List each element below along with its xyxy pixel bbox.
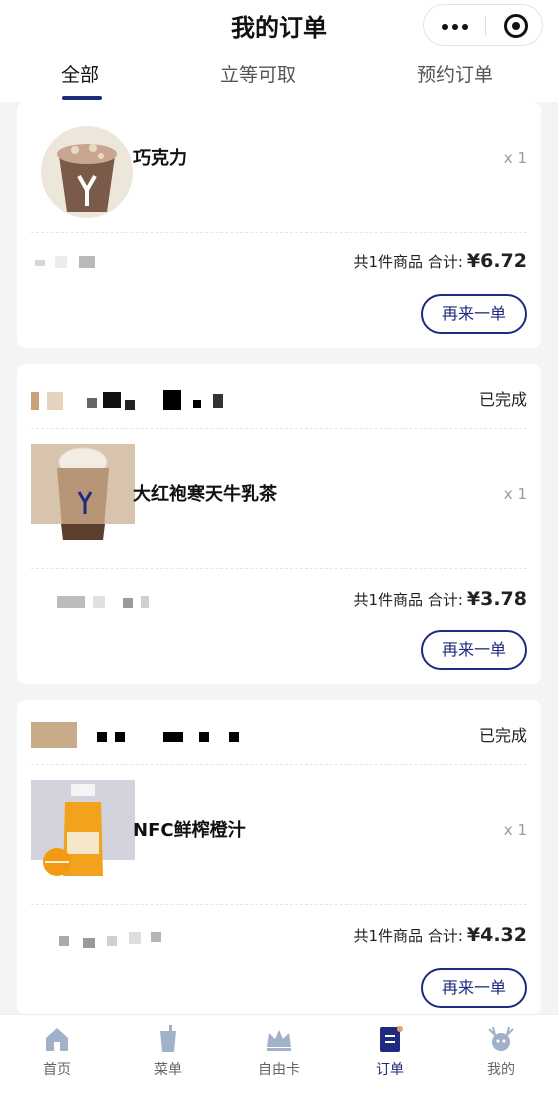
nav-free-card[interactable]: 自由卡 (239, 1025, 319, 1079)
redacted-text (115, 732, 125, 742)
order-total-amount: ¥6.72 (466, 250, 527, 272)
redacted-text (59, 936, 69, 946)
deer-icon (488, 1026, 514, 1051)
order-total-amount: ¥4.32 (466, 924, 527, 946)
redacted-text (193, 400, 201, 408)
redacted-text (141, 596, 149, 608)
order-icon (380, 1026, 403, 1052)
redacted-text (163, 390, 181, 410)
redacted-text (163, 732, 183, 742)
redacted-text (129, 932, 141, 944)
tab-reservation[interactable]: 预约订单 (417, 60, 493, 87)
product-image (41, 126, 133, 218)
order-status: 已完成 (478, 726, 527, 745)
crown-icon (267, 1030, 291, 1051)
reorder-button[interactable]: 再来一单 (421, 968, 527, 1008)
product-name: NFC鲜榨橙汁 (133, 820, 246, 841)
product-quantity: x 1 (503, 149, 527, 167)
tab-all[interactable]: 全部 (61, 60, 99, 87)
redacted-text (55, 256, 67, 268)
cup-icon (160, 1025, 176, 1052)
redacted-text (97, 732, 107, 742)
bottom-nav: 首页 菜单 自由卡 订单 我的 (0, 1014, 558, 1098)
order-status: 已完成 (478, 390, 527, 409)
redacted-text (213, 394, 223, 408)
nav-home[interactable]: 首页 (17, 1025, 97, 1079)
nav-label: 自由卡 (258, 1062, 300, 1078)
nav-label: 订单 (376, 1062, 404, 1078)
redacted-text (103, 392, 121, 408)
redacted-text (83, 938, 95, 948)
reorder-button[interactable]: 再来一单 (421, 294, 527, 334)
nav-label: 首页 (43, 1062, 71, 1078)
redacted-text (125, 400, 135, 410)
product-quantity: x 1 (503, 821, 527, 839)
tab-pickup-now[interactable]: 立等可取 (220, 60, 296, 87)
nav-label: 菜单 (154, 1062, 182, 1078)
reorder-button[interactable]: 再来一单 (421, 630, 527, 670)
order-total: 共1件商品 合计: ¥4.32 (354, 924, 527, 946)
active-tab-indicator (62, 96, 102, 100)
mini-program-capsule (423, 4, 543, 46)
redacted-text (47, 392, 63, 410)
redacted-text (123, 598, 133, 608)
redacted-text (93, 596, 105, 608)
divider (31, 904, 527, 905)
order-total: 共1件商品 合计: ¥6.72 (354, 250, 527, 272)
redacted-text (151, 932, 161, 942)
redacted-text (87, 398, 97, 408)
nav-menu[interactable]: 菜单 (128, 1025, 208, 1079)
close-circle-icon[interactable] (504, 14, 528, 38)
nav-orders[interactable]: 订单 (350, 1025, 430, 1079)
product-image (31, 780, 135, 876)
divider (31, 568, 527, 569)
redacted-text (199, 732, 209, 742)
redacted-text (107, 936, 117, 946)
redacted-text (79, 256, 95, 268)
order-total: 共1件商品 合计: ¥3.78 (354, 588, 527, 610)
order-count-text: 共1件商品 合计: (353, 927, 463, 945)
redacted-text (31, 722, 77, 748)
product-quantity: x 1 (503, 485, 527, 503)
header: 我的订单 全部 立等可取 预约订单 (0, 0, 558, 102)
nav-mine[interactable]: 我的 (461, 1025, 541, 1079)
order-card: 已完成 大红袍寒天牛乳茶 x 1 共1件商品 合计: ¥3.78 再来一单 (17, 364, 541, 684)
redacted-text (229, 732, 239, 742)
order-card: 巧克力 x 1 共1件商品 合计: ¥6.72 再来一单 (17, 102, 541, 348)
order-count-text: 共1件商品 合计: (353, 591, 463, 609)
product-image (31, 444, 135, 540)
redacted-text (35, 260, 45, 266)
redacted-text (31, 392, 39, 410)
order-count-text: 共1件商品 合计: (353, 253, 463, 271)
nav-label: 我的 (487, 1062, 515, 1078)
divider (31, 232, 527, 233)
divider (31, 764, 527, 765)
home-icon (46, 1028, 68, 1051)
divider (31, 428, 527, 429)
capsule-divider (485, 16, 486, 36)
more-icon[interactable] (442, 24, 468, 30)
product-name: 大红袍寒天牛乳茶 (133, 484, 277, 505)
order-total-amount: ¥3.78 (466, 588, 527, 610)
redacted-text (57, 596, 85, 608)
order-card: 已完成 NFC鲜榨橙汁 x 1 共1件商品 合计: ¥4.32 再来一单 (17, 700, 541, 1014)
product-name: 巧克力 (133, 148, 187, 169)
